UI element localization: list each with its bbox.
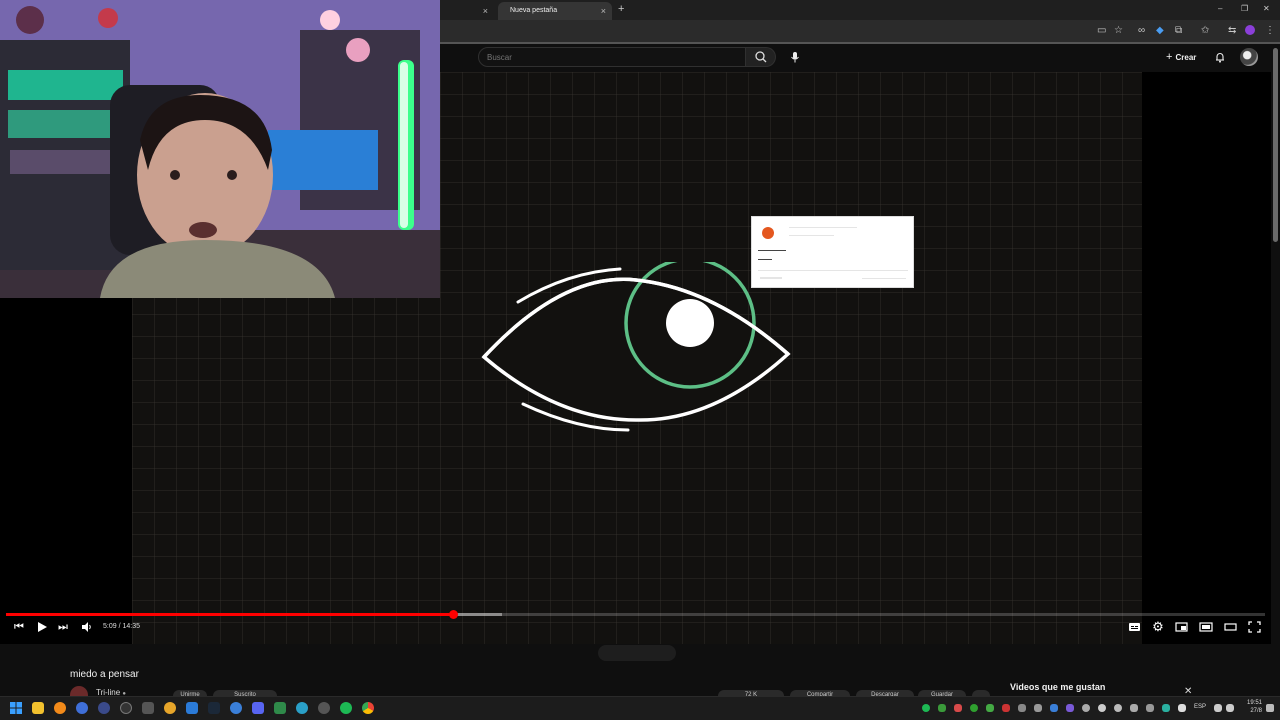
miniplayer-icon[interactable] [1175, 621, 1188, 633]
language-indicator[interactable]: ESP [1194, 704, 1206, 710]
webcam-overlay [0, 0, 440, 298]
create-label: Crear [1175, 53, 1197, 62]
extension-icon[interactable]: ◆ [1156, 25, 1164, 37]
tray-icon[interactable] [1162, 704, 1170, 712]
chrome-icon[interactable] [362, 702, 374, 714]
scrollbar-thumb[interactable] [1273, 48, 1278, 242]
volume-icon[interactable] [81, 621, 93, 633]
tray-icon[interactable] [938, 704, 946, 712]
search-icon [755, 51, 767, 63]
minimize-button[interactable]: – [1218, 4, 1222, 13]
cinema-mode-icon[interactable] [1224, 621, 1237, 633]
bookmark-star-icon[interactable]: ☆ [1114, 25, 1123, 37]
tray-icon[interactable] [1130, 704, 1138, 712]
subtitles-icon[interactable] [1128, 621, 1141, 633]
card-line [789, 235, 834, 236]
avatar[interactable] [1240, 48, 1258, 66]
tray-icon[interactable] [1082, 704, 1090, 712]
app-icon[interactable] [164, 702, 176, 714]
sidebar-icon[interactable]: ⇆ [1228, 25, 1236, 37]
card-line [862, 278, 906, 279]
create-button[interactable]: + Crear [1166, 50, 1196, 65]
notifications-icon[interactable] [1266, 704, 1274, 712]
sticky-notes-icon[interactable] [32, 702, 44, 714]
webcam-scene [0, 0, 440, 298]
search-input[interactable] [478, 47, 746, 67]
volume-tray-icon[interactable] [1226, 704, 1234, 712]
progress-scrubber[interactable] [448, 610, 458, 619]
search-taskbar-icon[interactable] [54, 702, 66, 714]
tab-previous[interactable]: × [440, 2, 494, 20]
progress-played [6, 613, 453, 616]
tray-icon[interactable] [970, 704, 978, 712]
tray-icon[interactable] [922, 704, 930, 712]
tray-icon[interactable] [1146, 704, 1154, 712]
tray-icon[interactable] [1018, 704, 1026, 712]
tray-icon[interactable] [986, 704, 994, 712]
tray-icon[interactable] [1114, 704, 1122, 712]
card-line [789, 227, 857, 228]
mic-icon[interactable] [788, 50, 802, 64]
tab-label: Nueva pestaña [510, 7, 558, 14]
fullscreen-icon[interactable] [1248, 621, 1261, 633]
app-icon[interactable] [76, 702, 88, 714]
playlist-title[interactable]: Videos que me gustan [1010, 682, 1105, 692]
discord-icon[interactable] [252, 702, 264, 714]
video-title: miedo a pensar [70, 669, 139, 680]
steam-icon[interactable] [208, 702, 220, 714]
tray-icon[interactable] [1034, 704, 1042, 712]
previous-icon[interactable]: ⏮ [12, 620, 26, 634]
tray-icon[interactable] [954, 704, 962, 712]
tray-icon[interactable] [1098, 704, 1106, 712]
close-window-button[interactable]: ✕ [1263, 4, 1270, 13]
clock-date: 27/8 [1250, 708, 1262, 714]
menu-dots-icon[interactable]: ⋮ [1265, 25, 1275, 37]
app-icon[interactable] [296, 702, 308, 714]
tray-icon[interactable] [1050, 704, 1058, 712]
close-tab-icon[interactable]: × [483, 2, 488, 20]
app-icon[interactable] [318, 702, 330, 714]
next-icon[interactable]: ⏭ [56, 620, 70, 634]
card-line [758, 250, 786, 251]
favorites-icon[interactable]: ✩ [1201, 25, 1209, 37]
app-icon[interactable] [186, 702, 198, 714]
card-line [758, 259, 772, 260]
cast-icon[interactable]: ▭ [1097, 25, 1106, 37]
eye-illustration [481, 262, 791, 432]
maximize-button[interactable]: ❐ [1241, 4, 1248, 13]
chapter-chips[interactable] [598, 645, 676, 661]
extension-icon[interactable]: ∞ [1138, 25, 1145, 37]
app-icon[interactable] [274, 702, 286, 714]
time-display: 5:09 / 14:35 [103, 623, 140, 630]
search-button[interactable] [746, 47, 776, 67]
tab-new-tab[interactable]: Nueva pestaña × [498, 2, 612, 20]
windows-start-icon[interactable] [10, 702, 22, 714]
bell-icon[interactable] [1213, 50, 1227, 64]
profile-icon[interactable] [1245, 25, 1255, 35]
clock-time: 19:51 [1246, 700, 1262, 706]
app-icon[interactable] [230, 702, 242, 714]
tray-icon[interactable] [1066, 704, 1074, 712]
app-icon[interactable] [120, 702, 132, 714]
app-icon[interactable] [142, 702, 154, 714]
close-tab-icon[interactable]: × [601, 2, 606, 20]
notification-dot-icon [762, 227, 774, 239]
play-icon[interactable] [36, 621, 48, 633]
network-icon[interactable] [1214, 704, 1222, 712]
theater-mode-icon[interactable] [1199, 621, 1213, 633]
app-icon[interactable] [98, 702, 110, 714]
tray-icon[interactable] [1002, 704, 1010, 712]
spotify-icon[interactable] [340, 702, 352, 714]
tray-icon[interactable] [1178, 704, 1186, 712]
system-clock[interactable]: 19:51 27/8 [1238, 699, 1262, 715]
new-tab-button[interactable]: + [618, 3, 624, 15]
puzzle-icon[interactable]: ⧉ [1175, 25, 1182, 37]
settings-gear-icon[interactable]: ⚙ [1151, 620, 1165, 634]
